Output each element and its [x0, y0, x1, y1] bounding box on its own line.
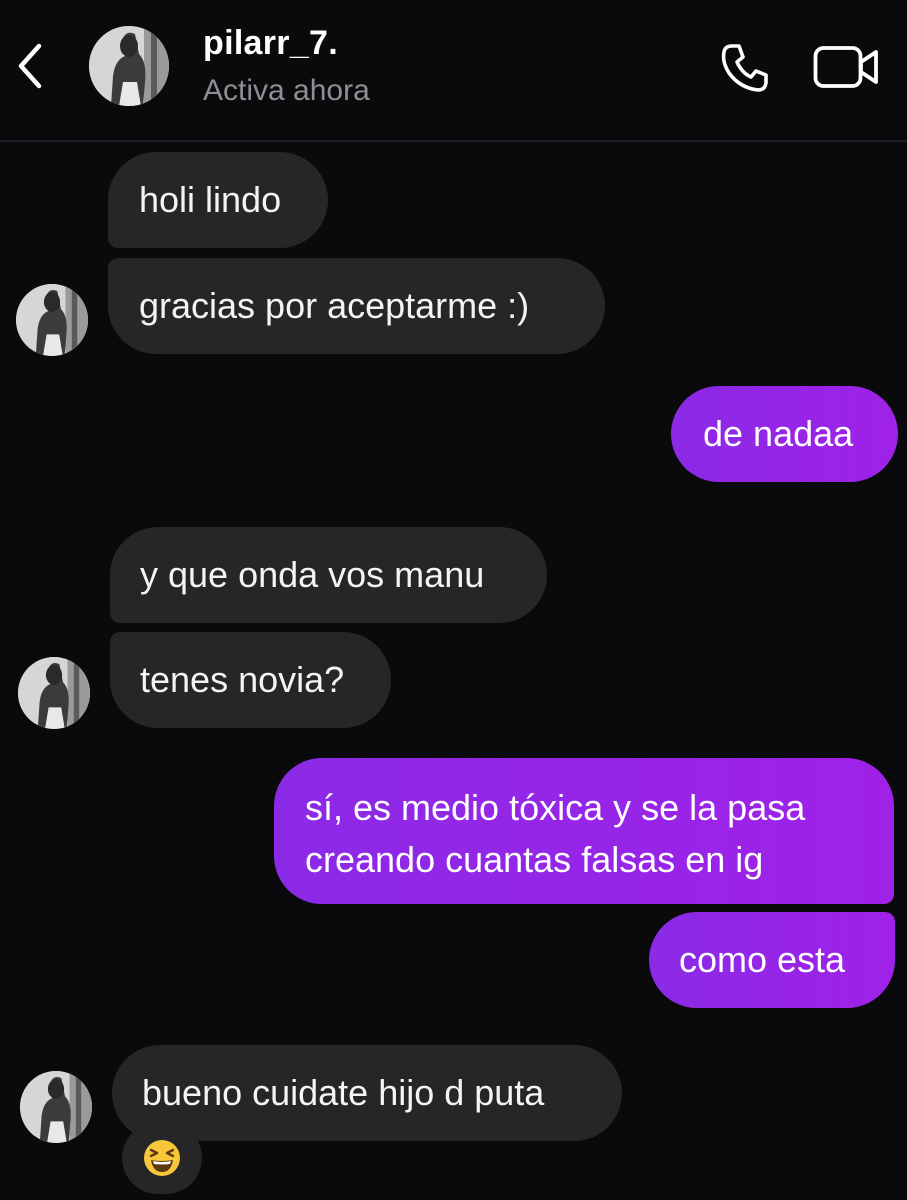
message-bubble-incoming[interactable]: tenes novia?: [110, 632, 391, 728]
message-text-line: sí, es medio tóxica y se la pasa: [305, 787, 806, 828]
message-text-line: creando cuantas falsas en ig: [305, 839, 764, 880]
message-text: gracias por aceptarme :): [139, 285, 530, 326]
video-call-button[interactable]: [812, 40, 882, 94]
phone-icon: [721, 44, 768, 92]
message-bubble-incoming[interactable]: bueno cuidate hijo d puta: [112, 1045, 622, 1141]
message-reaction[interactable]: [122, 1122, 202, 1194]
chevron-left-icon: [18, 43, 42, 89]
activity-status: Activa ahora: [203, 74, 370, 107]
message-text: y que onda vos manu: [140, 554, 485, 595]
message-bubble-incoming[interactable]: gracias por aceptarme :): [108, 258, 605, 354]
message-bubble-incoming[interactable]: y que onda vos manu: [110, 527, 547, 623]
header-divider: [0, 140, 907, 142]
message-text: tenes novia?: [140, 659, 345, 700]
profile-photo: [20, 1071, 92, 1143]
message-text: como esta: [679, 939, 846, 980]
sender-avatar[interactable]: [16, 284, 88, 356]
back-button[interactable]: [10, 40, 50, 92]
sender-avatar[interactable]: [18, 657, 90, 729]
laughing-face-icon: [144, 1140, 180, 1176]
message-bubble-outgoing[interactable]: de nadaa: [671, 386, 898, 482]
message-bubble-outgoing[interactable]: como esta: [649, 912, 895, 1008]
contact-avatar[interactable]: [89, 26, 169, 106]
message-text: bueno cuidate hijo d puta: [142, 1072, 545, 1113]
message-text: holi lindo: [139, 179, 282, 220]
sender-avatar[interactable]: [20, 1071, 92, 1143]
profile-photo: [16, 284, 88, 356]
profile-photo: [89, 26, 169, 106]
message-bubble-incoming[interactable]: holi lindo: [108, 152, 328, 248]
contact-username[interactable]: pilarr_7.: [203, 24, 338, 63]
chat-header: pilarr_7. Activa ahora: [0, 0, 907, 140]
message-text: de nadaa: [703, 413, 854, 454]
profile-photo: [18, 657, 90, 729]
video-camera-icon: [813, 46, 878, 88]
audio-call-button[interactable]: [716, 38, 774, 96]
message-bubble-outgoing[interactable]: sí, es medio tóxica y se la pasa creando…: [274, 758, 894, 904]
